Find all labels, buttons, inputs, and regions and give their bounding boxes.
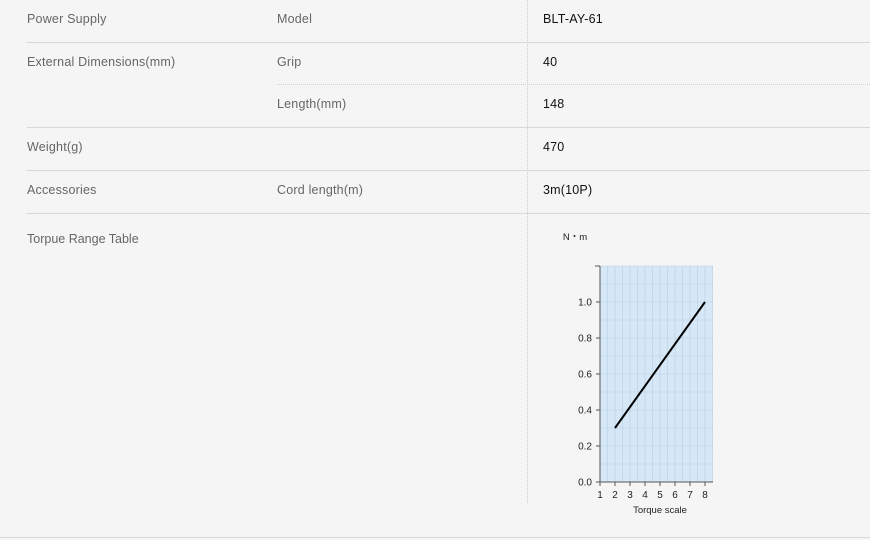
x-tick-label: 2 xyxy=(612,490,618,501)
spec-row-torque-range: Torpue Range Table 0.0 0.2 0.4 0.6 0.8 1.0 1 2 3… xyxy=(27,214,870,536)
spec-value: 148 xyxy=(543,97,565,111)
y-axis-label: N・m xyxy=(563,232,587,243)
y-tick-label: 0.6 xyxy=(578,370,592,381)
y-tick-label: 0.2 xyxy=(578,442,592,453)
spec-sub-label: Cord length(m) xyxy=(277,183,364,197)
spec-row-accessories: Accessories Cord length(m) 3m(10P) xyxy=(27,171,870,214)
spec-value: 470 xyxy=(543,140,565,154)
x-tick-label: 3 xyxy=(627,490,633,501)
x-tick-label: 4 xyxy=(642,490,648,501)
spec-row-external-dimensions: External Dimensions(mm) Grip 40 xyxy=(27,43,870,85)
torque-range-chart: 0.00.20.40.60.81.0123456789N・mTorque sca… xyxy=(543,226,723,516)
torque-chart-svg: 0.00.20.40.60.81.0123456789N・mTorque sca… xyxy=(563,232,723,516)
spec-row-power-supply: Power Supply Model BLT-AY-61 xyxy=(27,0,870,43)
x-tick-label: 1 xyxy=(597,490,603,501)
spec-value: 3m(10P) xyxy=(543,183,593,197)
spec-sub-label: Grip xyxy=(277,55,302,69)
spec-row-weight: Weight(g) 470 xyxy=(27,128,870,171)
x-tick-label: 7 xyxy=(687,490,693,501)
spec-value: BLT-AY-61 xyxy=(543,12,603,26)
spec-label: Torpue Range Table xyxy=(27,232,139,246)
x-tick-label: 8 xyxy=(702,490,708,501)
x-tick-label: 5 xyxy=(657,490,663,501)
x-axis-label: Torque scale xyxy=(633,505,687,516)
table-bottom-border xyxy=(0,537,870,538)
spec-label: External Dimensions(mm) xyxy=(27,55,176,69)
y-tick-label: 1.0 xyxy=(578,298,592,309)
spec-label: Weight(g) xyxy=(27,140,83,154)
x-tick-label: 6 xyxy=(672,490,678,501)
y-tick-label: 0.0 xyxy=(578,478,592,489)
spec-sub-label: Length(mm) xyxy=(277,97,347,111)
y-tick-label: 0.8 xyxy=(578,334,592,345)
spec-value: 40 xyxy=(543,55,558,69)
spec-sub-label: Model xyxy=(277,12,313,26)
spec-row-length: Length(mm) 148 xyxy=(27,85,870,128)
y-tick-label: 0.4 xyxy=(578,406,592,417)
spec-label: Power Supply xyxy=(27,12,107,26)
spec-table: Power Supply Model BLT-AY-61 External Di… xyxy=(27,0,870,536)
spec-label: Accessories xyxy=(27,183,97,197)
